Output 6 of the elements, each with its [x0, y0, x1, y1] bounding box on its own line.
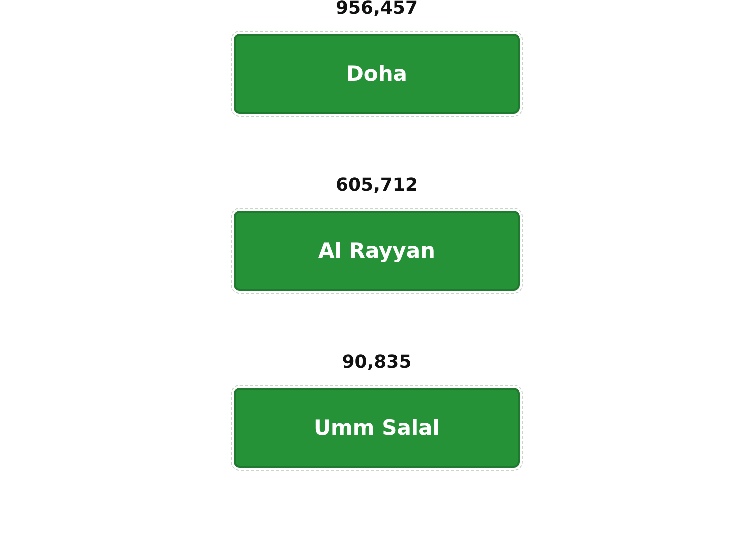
population-count: 956,457 [336, 0, 418, 18]
population-count: 605,712 [336, 177, 418, 195]
population-count: 90,835 [342, 354, 412, 372]
city-button[interactable]: Umm Salal [234, 388, 520, 468]
city-button[interactable]: Al Rayyan [234, 211, 520, 291]
city-button[interactable]: Doha [234, 34, 520, 114]
